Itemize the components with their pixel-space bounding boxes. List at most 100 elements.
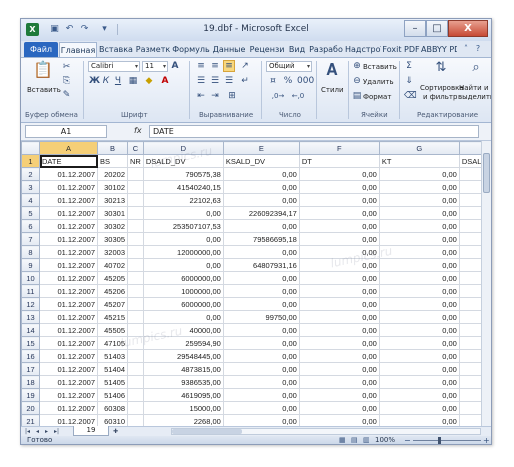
cell-g[interactable]: 0,00 [378, 297, 460, 311]
cell-c[interactable] [127, 232, 144, 246]
cell-c[interactable] [127, 362, 144, 376]
cell-a[interactable]: 01.12.2007 [39, 310, 98, 324]
styles-icon[interactable]: 𝐀 [321, 60, 343, 80]
tab-formulas[interactable]: Формуль [172, 42, 210, 57]
vertical-scroll-thumb[interactable] [483, 153, 490, 193]
cell-a[interactable]: 01.12.2007 [39, 206, 98, 220]
cell-b[interactable]: 47105 [97, 336, 128, 350]
insert-cells-icon[interactable]: ⊕ [352, 61, 362, 72]
cell-c[interactable] [127, 310, 144, 324]
cell-c[interactable] [127, 401, 144, 415]
cell-b[interactable]: 32003 [97, 245, 128, 259]
italic-icon[interactable]: К [101, 76, 111, 87]
cell-d[interactable]: 4873815,00 [142, 362, 224, 376]
cell-b[interactable]: 40702 [97, 258, 128, 272]
cell-f[interactable]: 0,00 [298, 414, 380, 426]
decrease-decimal-icon[interactable]: ←,0 [291, 91, 305, 102]
tab-abbyy-pdf[interactable]: ABBYY PD [421, 42, 457, 57]
cell-g[interactable]: 0,00 [378, 310, 460, 324]
cell-b[interactable]: 60308 [97, 401, 128, 415]
row-header[interactable]: 18 [21, 375, 40, 389]
fill-color-icon[interactable]: ◆ [143, 76, 155, 87]
cell-f[interactable]: 0,00 [298, 219, 380, 233]
cell-g[interactable]: 0,00 [378, 180, 460, 194]
row-header[interactable]: 11 [21, 284, 40, 298]
row-header[interactable]: 2 [21, 167, 40, 181]
ribbon-minimize-icon[interactable]: ˄ [461, 44, 471, 54]
row-header[interactable]: 8 [21, 245, 40, 259]
row-header[interactable]: 4 [21, 193, 40, 207]
cell-e[interactable]: 0,00 [222, 219, 300, 233]
excel-app-icon[interactable]: X [26, 23, 39, 36]
cell-f[interactable]: 0,00 [298, 258, 380, 272]
undo-icon[interactable]: ↶ [64, 24, 75, 35]
cell-b[interactable]: 51406 [97, 388, 128, 402]
cell-e[interactable]: 0,00 [222, 180, 300, 194]
row-header[interactable]: 1 [21, 154, 40, 168]
cell-g[interactable]: 0,00 [378, 167, 460, 181]
row-header[interactable]: 19 [21, 388, 40, 402]
cell-a[interactable]: 01.12.2007 [39, 258, 98, 272]
cell-f[interactable]: 0,00 [298, 167, 380, 181]
zoom-level[interactable]: 100% [375, 436, 395, 444]
currency-icon[interactable]: ¤ [267, 76, 279, 87]
row-header[interactable]: 9 [21, 258, 40, 272]
cell-d[interactable]: 22102,63 [142, 193, 224, 207]
row-header[interactable]: 14 [21, 323, 40, 337]
cell-e[interactable]: 0,00 [222, 401, 300, 415]
cell-e[interactable]: 0,00 [222, 245, 300, 259]
cell-a[interactable]: 01.12.2007 [39, 193, 98, 207]
cell-a[interactable]: 01.12.2007 [39, 284, 98, 298]
cell-g[interactable]: 0,00 [378, 388, 460, 402]
cell-g[interactable]: 0,00 [378, 375, 460, 389]
cell-b[interactable]: 51404 [97, 362, 128, 376]
tab-insert[interactable]: Вставка [98, 42, 134, 57]
horizontal-scrollbar[interactable] [171, 428, 481, 435]
cell-e[interactable]: 0,00 [222, 336, 300, 350]
cell-e[interactable]: 0,00 [222, 284, 300, 298]
cell-d[interactable]: 790575,38 [142, 167, 224, 181]
cell-d[interactable]: 1000000,00 [142, 284, 224, 298]
row-header[interactable]: 13 [21, 310, 40, 324]
cell-e[interactable]: 0,00 [222, 388, 300, 402]
tab-home[interactable]: Главная [59, 42, 97, 57]
cell-f[interactable]: 0,00 [298, 401, 380, 415]
row-header[interactable]: 20 [21, 401, 40, 415]
cell-f[interactable]: 0,00 [298, 310, 380, 324]
cell-g[interactable]: 0,00 [378, 232, 460, 246]
minimize-button[interactable]: – [404, 20, 426, 37]
cell-g[interactable]: 0,00 [378, 414, 460, 426]
find-select-label-2[interactable]: выделить [458, 93, 491, 101]
text-orientation-icon[interactable]: ↗ [239, 61, 251, 72]
cell-d[interactable]: 2268,00 [142, 414, 224, 426]
column-header-b[interactable]: B [97, 141, 128, 155]
cell-f[interactable]: 0,00 [298, 206, 380, 220]
cell-e[interactable]: 0,00 [222, 323, 300, 337]
format-painter-icon[interactable]: ✎ [61, 90, 72, 101]
tab-foxit-pdf[interactable]: Foxit PDF [382, 42, 420, 57]
align-bottom-icon[interactable]: ≡ [223, 60, 235, 72]
cell-g[interactable]: 0,00 [378, 323, 460, 337]
cell-b[interactable]: 30213 [97, 193, 128, 207]
align-right-icon[interactable]: ☰ [223, 76, 235, 87]
select-all-corner[interactable] [21, 141, 40, 155]
cell-e[interactable]: 0,00 [222, 349, 300, 363]
cell-b[interactable]: 30302 [97, 219, 128, 233]
cell-c[interactable] [127, 323, 144, 337]
cell-a[interactable]: 01.12.2007 [39, 219, 98, 233]
cell-e[interactable]: KSALD_DV [222, 154, 300, 168]
cell-e[interactable]: 64807931,16 [222, 258, 300, 272]
autosum-icon[interactable]: Σ [404, 61, 414, 72]
last-sheet-icon[interactable]: ▸| [54, 427, 59, 436]
cell-b[interactable]: 60310 [97, 414, 128, 426]
cell-g[interactable]: 0,00 [378, 219, 460, 233]
cell-g[interactable]: KT [378, 154, 460, 168]
tab-addins[interactable]: Надстрої [345, 42, 381, 57]
tab-developer[interactable]: Разрабо [308, 42, 344, 57]
align-left-icon[interactable]: ☰ [195, 76, 207, 87]
styles-button[interactable]: Стили [321, 86, 344, 94]
cell-a[interactable]: 01.12.2007 [39, 362, 98, 376]
row-header[interactable]: 17 [21, 362, 40, 376]
cell-f[interactable]: 0,00 [298, 349, 380, 363]
cell-b[interactable]: 30301 [97, 206, 128, 220]
